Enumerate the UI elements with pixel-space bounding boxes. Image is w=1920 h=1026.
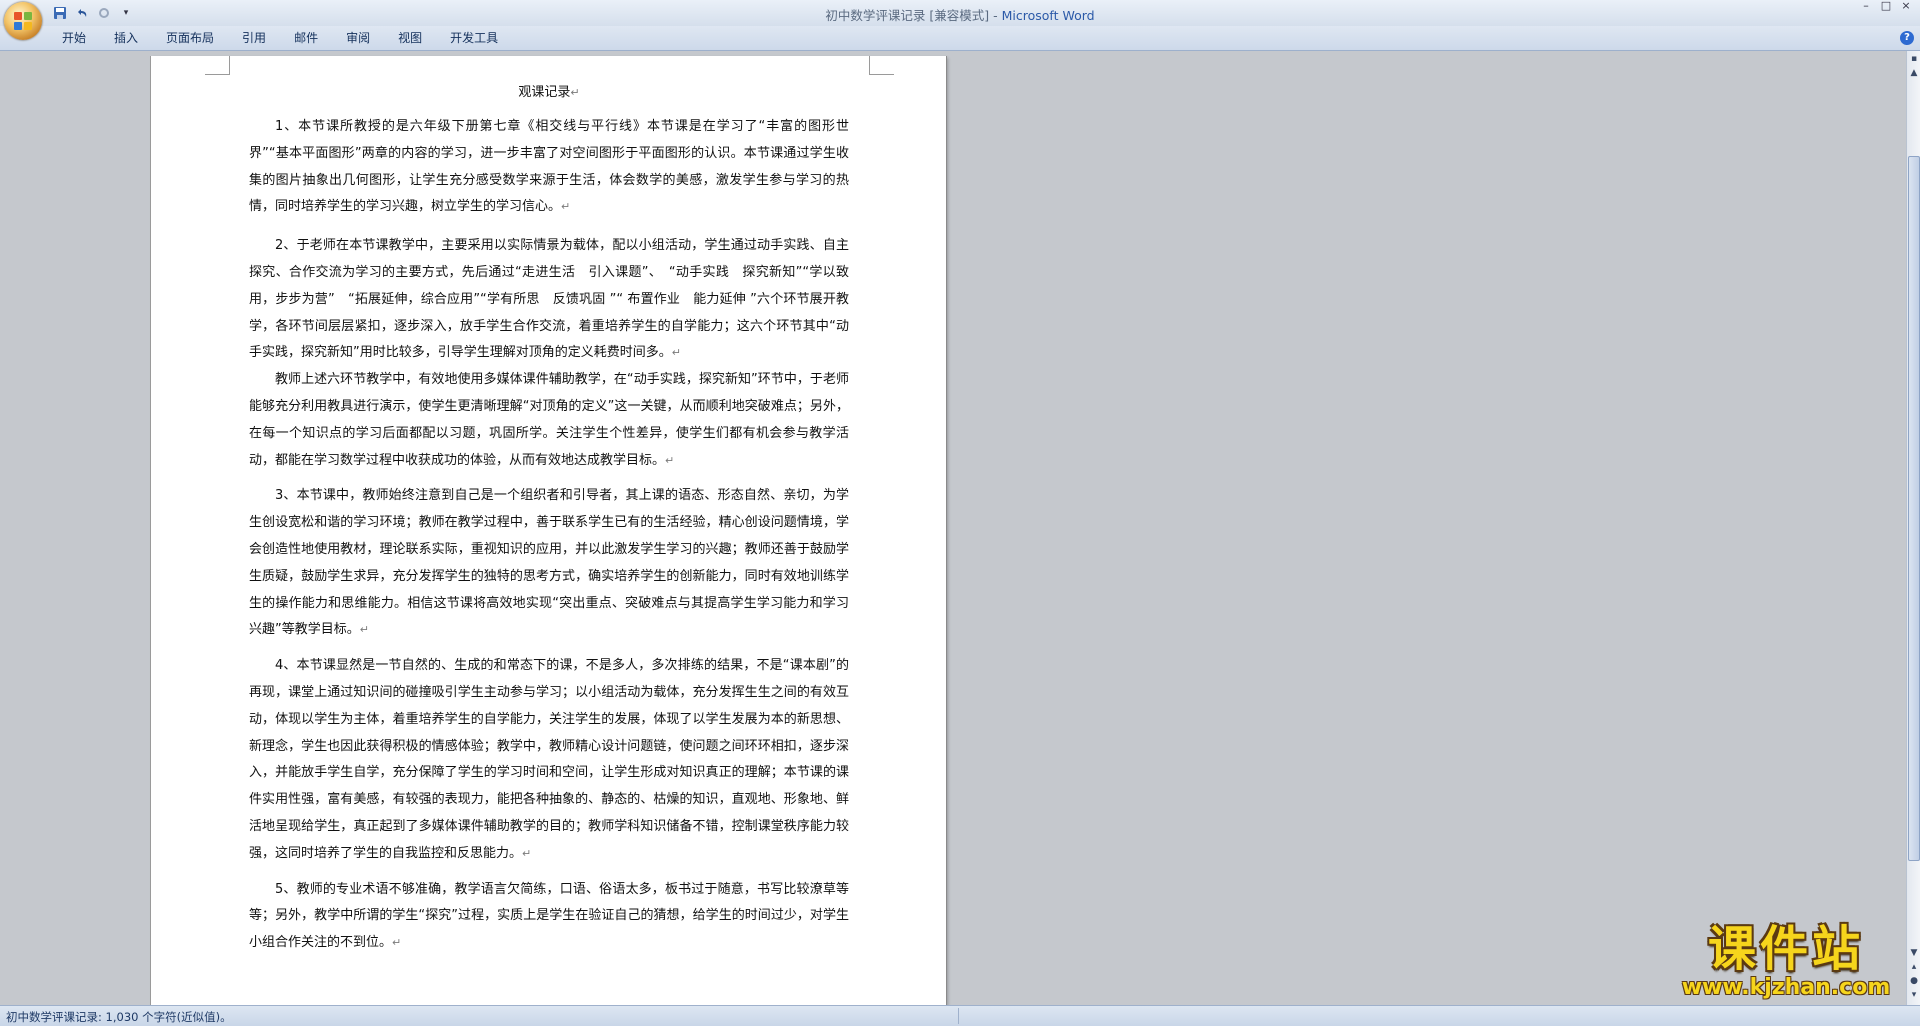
tab-developer[interactable]: 开发工具: [436, 30, 512, 46]
paragraph-mark: ↵: [665, 453, 675, 467]
paragraph-mark: ↵: [522, 846, 532, 860]
paragraph-2: 2、于老师在本节课教学中，主要采用以实际情景为载体，配以小组活动，学生通过动手实…: [249, 238, 849, 361]
office-button[interactable]: [4, 2, 42, 40]
document-name: 初中数学评课记录 [兼容模式]: [825, 8, 990, 23]
help-icon[interactable]: ?: [1900, 31, 1914, 45]
status-bar: 初中数学评课记录: 1,030 个字符(近似值)。: [0, 1005, 1920, 1026]
tab-view[interactable]: 视图: [384, 30, 436, 46]
paragraph-1: 1、本节课所教授的是六年级下册第七章《相交线与平行线》本节课是在学习了“丰富的图…: [249, 119, 849, 215]
previous-page-icon[interactable]: ▴: [1908, 961, 1920, 973]
ruler-toggle-icon[interactable]: ▪: [1908, 53, 1920, 65]
maximize-button[interactable]: □: [1876, 0, 1896, 14]
tab-mailings[interactable]: 邮件: [280, 30, 332, 46]
ribbon-tabs: 开始 插入 页面布局 引用 邮件 审阅 视图 开发工具 ?: [0, 26, 1920, 51]
title-bar: ▾ 初中数学评课记录 [兼容模式] - Microsoft Word – □ ×: [0, 0, 1920, 40]
paragraph-3: 教师上述六环节教学中，有效地使用多媒体课件辅助教学，在“动手实践，探究新知”环节…: [249, 372, 849, 468]
next-page-icon[interactable]: ▾: [1908, 989, 1920, 1001]
window-title: 初中数学评课记录 [兼容模式] - Microsoft Word: [0, 5, 1920, 24]
status-word-count[interactable]: 初中数学评课记录: 1,030 个字符(近似值)。: [6, 1009, 232, 1025]
tab-references[interactable]: 引用: [228, 30, 280, 46]
watermark-url: www.kjzhan.com: [1681, 975, 1891, 1000]
scrollbar-thumb[interactable]: [1908, 156, 1920, 861]
tab-home[interactable]: 开始: [48, 30, 100, 46]
crop-mark-top-left: [205, 56, 230, 75]
document-workspace: 观课记录↵ 1、本节课所教授的是六年级下册第七章《相交线与平行线》本节课是在学习…: [0, 51, 1906, 1005]
paragraph-mark: ↵: [561, 200, 571, 214]
scroll-up-icon[interactable]: ▲: [1908, 67, 1920, 79]
document-title: 观课记录↵: [518, 85, 580, 100]
vertical-scrollbar[interactable]: ▪ ▲ ▼ ▴ ● ▾: [1906, 51, 1920, 1005]
crop-mark-top-right: [869, 56, 894, 75]
tab-insert[interactable]: 插入: [100, 30, 152, 46]
paragraph-mark: ↵: [671, 346, 681, 360]
paragraph-4: 3、本节课中，教师始终注意到自己是一个组织者和引导者，其上课的语态、形态自然、亲…: [249, 488, 849, 638]
watermark-title: 课件站: [1707, 921, 1864, 977]
minimize-button[interactable]: –: [1856, 0, 1876, 14]
paragraph-6: 5、教师的专业术语不够准确，教学语言欠简练，口语、俗语太多，板书过于随意，书写比…: [249, 881, 849, 951]
office-logo-icon: [14, 12, 32, 30]
status-divider: [958, 1008, 959, 1024]
select-browse-object-icon[interactable]: ●: [1908, 975, 1920, 987]
paragraph-5: 4、本节课显然是一节自然的、生成的和常态下的课，不是多人，多次排练的结果，不是“…: [249, 658, 849, 861]
tab-page-layout[interactable]: 页面布局: [152, 30, 228, 46]
title-separator: -: [989, 8, 1002, 23]
paragraph-mark: ↵: [359, 623, 369, 637]
document-body[interactable]: 观课记录↵ 1、本节课所教授的是六年级下册第七章《相交线与平行线》本节课是在学习…: [249, 82, 849, 957]
watermark-logo: 课件站 www.kjzhan.com: [1670, 922, 1902, 1002]
paragraph-mark: ↵: [392, 936, 402, 950]
window-controls: – □ ×: [1856, 0, 1916, 14]
paragraph-mark: ↵: [570, 86, 580, 99]
document-page[interactable]: 观课记录↵ 1、本节课所教授的是六年级下册第七章《相交线与平行线》本节课是在学习…: [151, 56, 946, 1005]
close-button[interactable]: ×: [1896, 0, 1916, 14]
app-name: Microsoft Word: [1001, 8, 1095, 23]
tab-review[interactable]: 审阅: [332, 30, 384, 46]
scroll-down-icon[interactable]: ▼: [1908, 947, 1920, 959]
